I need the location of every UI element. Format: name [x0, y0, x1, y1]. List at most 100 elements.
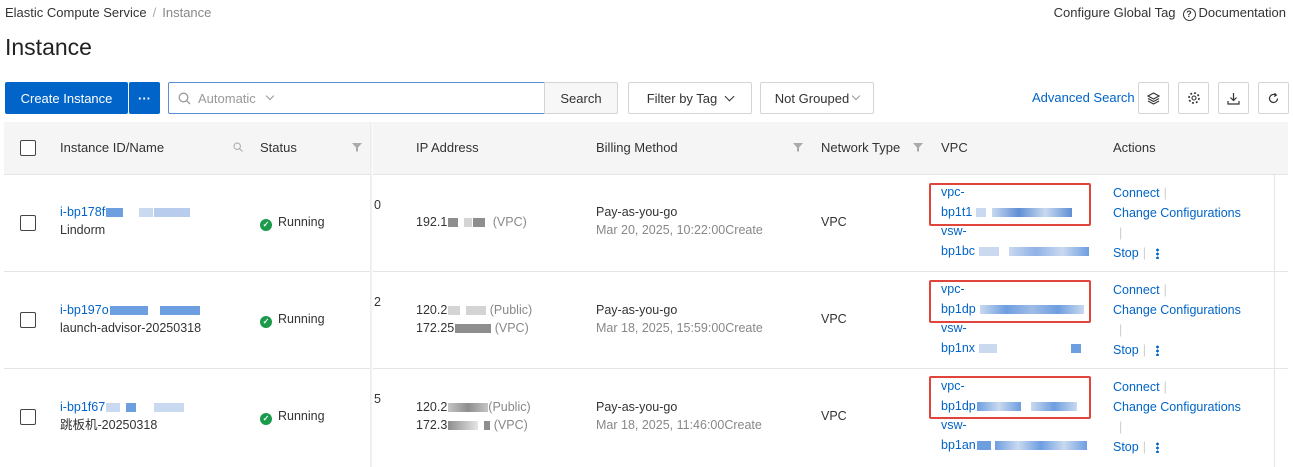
row-checkbox[interactable]: [20, 312, 36, 328]
vswitch-id-link[interactable]: vsw-: [941, 321, 967, 335]
redacted-mark: [126, 403, 137, 413]
ip-type: (Public): [488, 400, 531, 414]
filter-icon[interactable]: [352, 142, 362, 152]
ip-type: (VPC): [493, 418, 528, 432]
more-vertical-icon[interactable]: [1155, 442, 1159, 454]
vswitch-id-link-cont[interactable]: bp1bc: [941, 244, 975, 258]
more-actions-button[interactable]: ···: [129, 82, 160, 114]
change-configurations-link[interactable]: Change Configurations: [1113, 206, 1241, 220]
instance-id-link[interactable]: i-bp178f: [60, 205, 105, 219]
change-configurations-link[interactable]: Change Configurations: [1113, 400, 1241, 414]
search-icon: [178, 92, 191, 104]
redacted-mark: [159, 306, 200, 316]
filter-by-tag-dropdown[interactable]: Filter by Tag: [628, 82, 752, 114]
gear-icon: [1187, 92, 1200, 104]
chevron-down-icon: [724, 91, 735, 101]
vswitch-id-link-cont[interactable]: bp1nx: [941, 341, 975, 355]
breadcrumb-root[interactable]: Elastic Compute Service: [5, 5, 147, 20]
action-separator: |: [1142, 246, 1146, 260]
network-type: VPC: [821, 312, 847, 326]
instance-id-link[interactable]: i-bp1f67: [60, 400, 105, 414]
filter-icon[interactable]: [793, 142, 803, 152]
zone-digit: 0: [374, 198, 381, 212]
redacted-mark: [139, 208, 154, 218]
download-button[interactable]: [1218, 82, 1249, 114]
breadcrumb-separator: /: [152, 5, 157, 20]
settings-button[interactable]: [1178, 82, 1209, 114]
ip-address: 172.25: [416, 321, 455, 335]
status-cell: ✓ Running: [260, 407, 325, 425]
vswitch-id-link-cont[interactable]: bp1an: [941, 438, 976, 452]
filter-by-tag-label: Filter by Tag: [646, 90, 718, 106]
change-configurations-link[interactable]: Change Configurations: [1113, 303, 1241, 317]
stop-link[interactable]: Stop: [1113, 246, 1139, 260]
group-dropdown[interactable]: Not Grouped: [760, 82, 874, 114]
ip-type: (Public): [489, 303, 533, 317]
stop-link[interactable]: Stop: [1113, 440, 1139, 454]
redacted-mark: [106, 208, 124, 218]
column-header-status: Status: [260, 140, 297, 155]
layers-button[interactable]: [1138, 82, 1169, 114]
billing-method: Pay-as-you-go: [596, 303, 678, 317]
redacted-mark: [448, 218, 459, 228]
search-input[interactable]: Automatic: [168, 82, 545, 114]
redacted-mark: [106, 403, 121, 413]
more-vertical-icon[interactable]: [1155, 248, 1159, 260]
status-text: Running: [278, 409, 325, 423]
redacted-mark: [1009, 246, 1090, 256]
filter-icon[interactable]: [913, 142, 923, 152]
highlight-box: [929, 280, 1091, 323]
more-vertical-icon[interactable]: [1155, 345, 1159, 357]
ip-address-cell: 120.2 (Public) 172.25 (VPC): [416, 301, 532, 337]
redacted-mark: [448, 403, 489, 413]
page-title: Instance: [5, 34, 92, 60]
action-separator: |: [1163, 283, 1167, 297]
create-instance-button[interactable]: Create Instance: [5, 82, 128, 114]
column-header-actions: Actions: [1113, 140, 1156, 155]
action-separator: |: [1119, 420, 1123, 434]
status-text: Running: [278, 312, 325, 326]
action-separator: |: [1163, 186, 1167, 200]
table-row: i-bp178f Lindorm ✓ Running 0 192.1 (VPC) …: [4, 175, 1288, 272]
search-icon[interactable]: [233, 142, 243, 152]
billing-method: Pay-as-you-go: [596, 205, 678, 219]
redacted-mark: [976, 440, 991, 450]
stop-link[interactable]: Stop: [1113, 343, 1139, 357]
instance-id-link[interactable]: i-bp197o: [60, 303, 109, 317]
instance-id-cell: i-bp1f67 跳板机-20250318: [60, 398, 185, 434]
redacted-mark: [466, 306, 487, 316]
redacted-mark: [109, 306, 148, 316]
redacted-mark: [448, 421, 479, 431]
action-separator: |: [1119, 323, 1123, 337]
connect-link[interactable]: Connect: [1113, 380, 1160, 394]
check-circle-icon: ✓: [260, 316, 272, 328]
vswitch-id-link[interactable]: vsw-: [941, 224, 967, 238]
table-row: i-bp1f67 跳板机-20250318 ✓ Running 5 120.2 (P…: [4, 369, 1288, 467]
refresh-button[interactable]: [1258, 82, 1289, 114]
redacted-mark: [484, 421, 491, 431]
ip-type: (VPC): [494, 321, 529, 335]
connect-link[interactable]: Connect: [1113, 186, 1160, 200]
instance-name: launch-advisor-20250318: [60, 321, 202, 335]
ip-address: 172.3: [416, 418, 448, 432]
documentation-link[interactable]: ? Documentation: [1182, 5, 1286, 21]
connect-link[interactable]: Connect: [1113, 283, 1160, 297]
refresh-icon: [1268, 92, 1279, 103]
instance-id-cell: i-bp178f Lindorm: [60, 203, 191, 239]
select-all-checkbox[interactable]: [20, 140, 36, 156]
zone-digit: 2: [374, 295, 381, 309]
row-checkbox[interactable]: [20, 215, 36, 231]
zone-digit: 5: [374, 392, 381, 406]
created-time: Mar 18, 2025, 15:59:00Create: [596, 321, 763, 335]
redacted-mark: [448, 306, 461, 316]
search-button[interactable]: Search: [544, 82, 618, 114]
group-label: Not Grouped: [774, 90, 850, 106]
advanced-search-link[interactable]: Advanced Search: [1032, 90, 1135, 105]
vswitch-id-link[interactable]: vsw-: [941, 418, 967, 432]
billing-method: Pay-as-you-go: [596, 400, 678, 414]
configure-global-tag-link[interactable]: Configure Global Tag: [1054, 5, 1176, 20]
ip-address: 120.2: [416, 400, 448, 414]
row-checkbox[interactable]: [20, 409, 36, 425]
check-circle-icon: ✓: [260, 219, 272, 231]
ip-address: 120.2: [416, 303, 448, 317]
